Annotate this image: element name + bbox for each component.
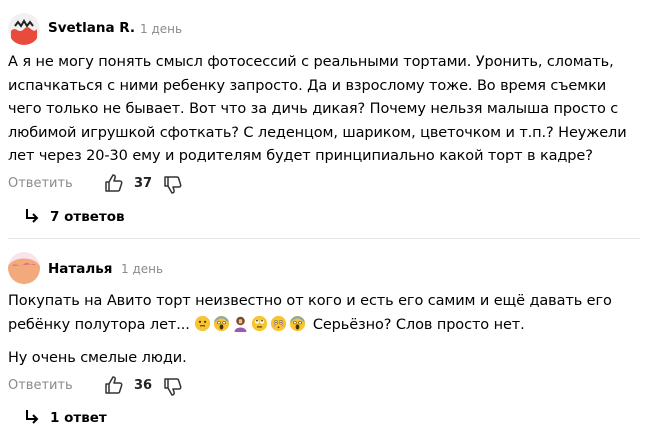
comment-text: Покупать на Авито торт неизвестно от ког…: [8, 290, 636, 371]
replies-label: 1 ответ: [50, 410, 107, 426]
likes-count: 37: [134, 176, 153, 191]
reply-button[interactable]: Ответить: [8, 176, 73, 191]
comment-author[interactable]: Наталья: [48, 261, 112, 277]
avatar[interactable]: [8, 13, 40, 45]
likes-count: 36: [134, 378, 153, 393]
flushed-face-icon: [271, 315, 287, 331]
comment-author[interactable]: Svetlana R.: [48, 20, 135, 36]
thumbs-down-icon[interactable]: [163, 377, 183, 397]
comment-actions: Ответить 36: [8, 375, 408, 397]
comment-text: А я не могу понять смысл фотосессий с ре…: [8, 51, 636, 169]
screaming-face-icon: [214, 315, 230, 331]
rolling-eyes-face-icon: [252, 315, 268, 331]
screaming-face-icon: [290, 315, 306, 331]
comment-paragraph-text: Серьёзно? Слов просто нет.: [308, 316, 525, 333]
comment-paragraph: Покупать на Авито торт неизвестно от ког…: [8, 290, 636, 337]
facepalm-icon: [234, 316, 247, 332]
reply-arrow-icon: [26, 209, 39, 223]
thumbs-down-icon[interactable]: [163, 175, 183, 195]
thumbs-up-icon[interactable]: [104, 375, 124, 395]
thinking-face-icon: [195, 315, 211, 331]
replies-label: 7 ответов: [50, 209, 125, 225]
comment-paragraph: А я не могу понять смысл фотосессий с ре…: [8, 54, 627, 164]
thumbs-up-icon[interactable]: [104, 173, 124, 193]
comment-paragraph: Ну очень смелые люди.: [8, 350, 187, 366]
divider: [8, 238, 640, 239]
reply-arrow-icon: [26, 410, 39, 424]
comment-actions: Ответить 37: [8, 173, 408, 195]
comment-time: 1 день: [121, 262, 164, 276]
avatar[interactable]: [8, 252, 40, 284]
reply-button[interactable]: Ответить: [8, 378, 73, 393]
comment-time: 1 день: [140, 22, 183, 36]
